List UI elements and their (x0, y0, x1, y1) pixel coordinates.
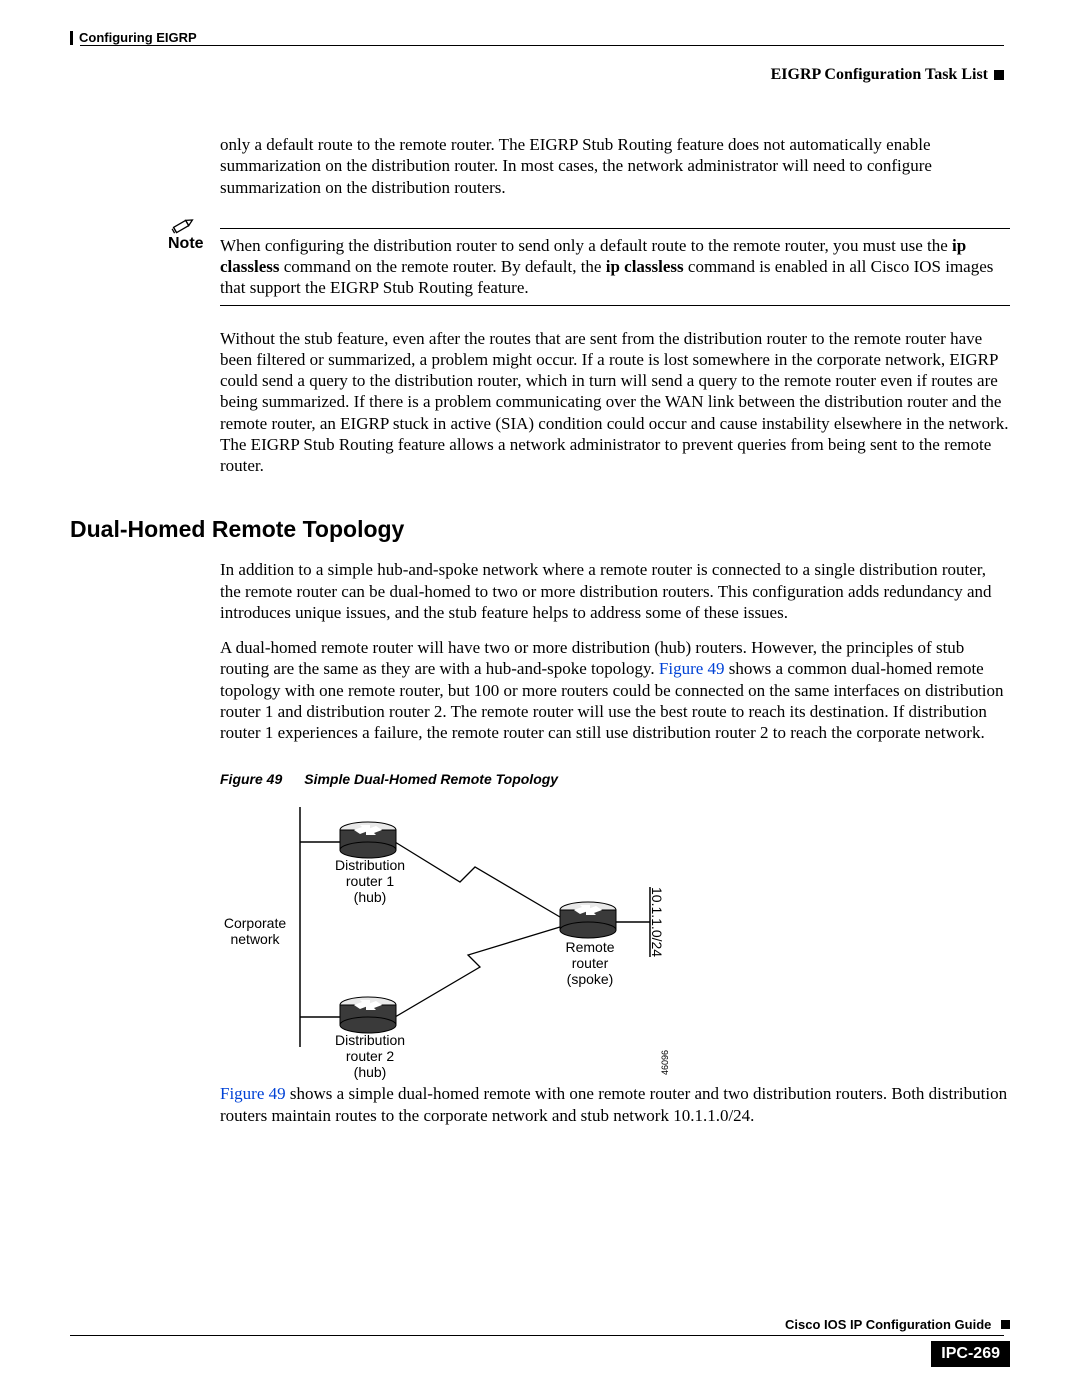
pencil-icon (168, 214, 196, 238)
paragraph: In addition to a simple hub-and-spoke ne… (220, 559, 1010, 623)
guide-text: Cisco IOS IP Configuration Guide (785, 1317, 991, 1332)
paragraph: only a default route to the remote route… (220, 134, 1010, 198)
remote-router-label: Remoterouter(spoke) (555, 939, 625, 987)
figure-link[interactable]: Figure 49 (659, 659, 725, 678)
page-header: Configuring EIGRP (70, 30, 1010, 45)
subnet-label: 10.1.1.0/24 (649, 887, 665, 957)
section-label: EIGRP Configuration Task List (771, 66, 1004, 84)
text-seg: shows a simple dual-homed remote with on… (220, 1084, 1007, 1124)
note-label: Note (168, 235, 220, 299)
note-bottom-rule (220, 305, 1010, 306)
corporate-network-label: Corporatenetwork (215, 915, 295, 947)
dist-router-2-label: Distributionrouter 2(hub) (330, 1032, 410, 1080)
section-text: EIGRP Configuration Task List (771, 66, 988, 84)
note-cmd: ip classless (606, 257, 684, 276)
paragraph: Without the stub feature, even after the… (220, 328, 1010, 477)
chapter-text: Configuring EIGRP (79, 30, 197, 45)
figure-title: Simple Dual-Homed Remote Topology (304, 771, 558, 787)
bar-mark-icon (70, 31, 73, 45)
square-mark-icon (1001, 1320, 1010, 1329)
guide-label: Cisco IOS IP Configuration Guide (785, 1317, 1010, 1335)
chapter-label: Configuring EIGRP (70, 30, 197, 45)
note-block: Note When configuring the distribution r… (168, 228, 1010, 306)
figure-link[interactable]: Figure 49 (220, 1084, 286, 1103)
section-heading: Dual-Homed Remote Topology (70, 516, 1010, 543)
square-mark-icon (994, 70, 1004, 80)
paragraph: Figure 49 shows a simple dual-homed remo… (220, 1083, 1010, 1126)
figure-number: Figure 49 (220, 771, 282, 787)
topology-diagram: Corporatenetwork Distributionrouter 1(hu… (220, 797, 700, 1077)
note-top-rule (220, 228, 1010, 229)
figure-id-label: 46096 (660, 1050, 670, 1075)
paragraph: A dual-homed remote router will have two… (220, 637, 1010, 743)
page-footer: Cisco IOS IP Configuration Guide IPC-269 (70, 1335, 1010, 1367)
page-number-tab: IPC-269 (931, 1341, 1010, 1367)
note-seg: command on the remote router. By default… (280, 257, 606, 276)
figure-caption: Figure 49 Simple Dual-Homed Remote Topolo… (220, 771, 1010, 787)
note-seg: When configuring the distribution router… (220, 236, 952, 255)
note-text: When configuring the distribution router… (220, 235, 1010, 299)
dist-router-1-label: Distributionrouter 1(hub) (330, 857, 410, 905)
